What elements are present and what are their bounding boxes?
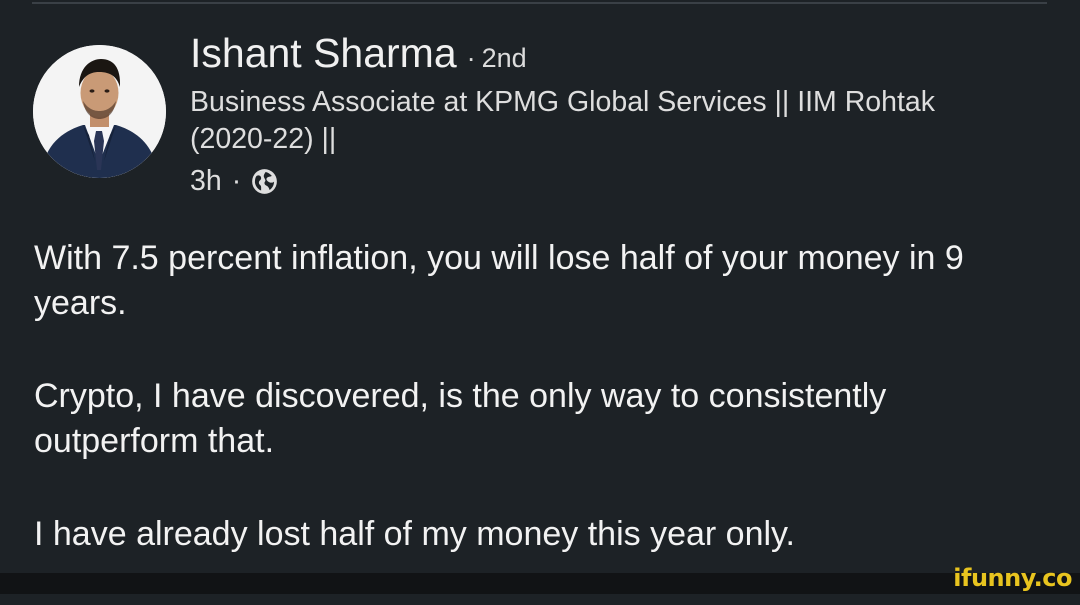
avatar[interactable] [33, 45, 166, 178]
post-time: 3h [190, 165, 222, 197]
profile-photo [33, 45, 166, 178]
bottom-bar [0, 573, 1080, 594]
meta-separator: · [231, 165, 242, 197]
post-body: With 7.5 percent inflation, you will los… [34, 236, 1054, 605]
top-divider [32, 2, 1047, 4]
globe-icon [251, 168, 278, 195]
post-paragraph: Crypto, I have discovered, is the only w… [34, 377, 887, 460]
author-name-line: Ishant Sharma · 2nd [190, 29, 527, 82]
post-paragraph: I have already lost half of my money thi… [34, 515, 795, 553]
post-meta: 3h · [190, 163, 278, 200]
ifunny-watermark: ifunny.co [953, 564, 1072, 592]
connection-degree: 2nd [481, 43, 527, 73]
author-name[interactable]: Ishant Sharma [190, 30, 457, 76]
author-headline: Business Associate at KPMG Global Servic… [190, 86, 936, 155]
post-paragraph: With 7.5 percent inflation, you will los… [34, 239, 964, 322]
name-separator: · [466, 43, 476, 73]
